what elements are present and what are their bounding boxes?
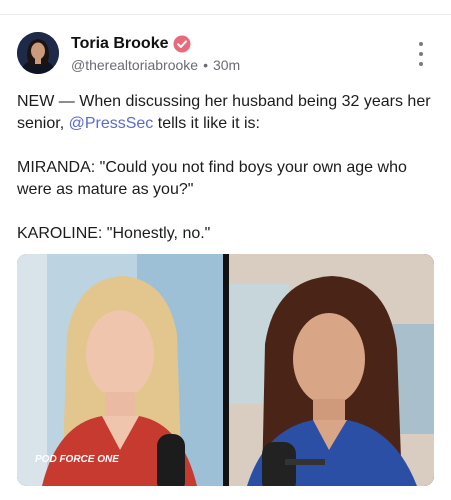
post-paragraph-intro: NEW — When discussing her husband being … [17, 91, 437, 135]
post-time[interactable]: 30m [213, 57, 240, 73]
avatar[interactable] [17, 32, 59, 74]
meta-separator: • [203, 57, 208, 73]
more-dot [419, 42, 423, 46]
more-dot [419, 62, 423, 66]
mention-link[interactable]: @PressSec [69, 115, 154, 132]
video-frame: POD FORCE ONE [17, 254, 434, 486]
post-body: NEW — When discussing her husband being … [17, 91, 437, 267]
post-quote-karoline: KAROLINE: "Honestly, no." [17, 225, 211, 242]
post-video[interactable]: POD FORCE ONE [17, 254, 434, 486]
author-handle[interactable]: @therealtoriabrooke [71, 57, 198, 73]
verified-badge-icon [173, 35, 190, 53]
show-logo: POD FORCE ONE [35, 454, 119, 465]
post-quote-miranda: MIRANDA: "Could you not find boys your o… [17, 159, 407, 198]
top-divider [0, 14, 451, 15]
author-meta: @therealtoriabrooke • 30m [71, 57, 240, 73]
post-text: tells it like it is: [153, 115, 260, 132]
avatar-image [17, 32, 59, 74]
author-name[interactable]: Toria Brooke [71, 35, 169, 53]
more-dot [419, 52, 423, 56]
more-options-icon[interactable] [412, 42, 430, 66]
author-name-row[interactable]: Toria Brooke [71, 35, 191, 53]
